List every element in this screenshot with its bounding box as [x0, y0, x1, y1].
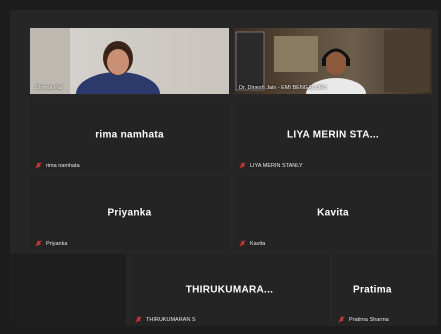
mic-muted-icon	[239, 240, 246, 247]
participant-label: Shreya Pal	[35, 85, 62, 91]
mic-muted-icon	[239, 162, 246, 169]
participant-tile-dinesh[interactable]: Dr. Dinesh Jain - EMI BENGALURU	[234, 28, 432, 94]
participant-tile-pratima[interactable]: Pratima Pratima Sharma	[333, 254, 438, 326]
participant-tile-empty	[10, 254, 126, 326]
mic-muted-icon	[135, 316, 142, 323]
participant-label: Dr. Dinesh Jain - EMI BENGALURU	[239, 85, 327, 91]
participant-tile-shreya[interactable]: Shreya Pal	[30, 28, 229, 94]
mic-muted-icon	[338, 316, 345, 323]
participant-name: THIRUKUMARA...	[185, 284, 274, 296]
participant-label: Pratima Sharma	[338, 316, 389, 323]
participant-label: rima namhata	[35, 162, 80, 169]
participant-label: Priyanka	[35, 240, 67, 247]
mic-muted-icon	[35, 240, 42, 247]
mic-muted-icon	[35, 162, 42, 169]
meeting-gallery: Shreya Pal Dr. Dinesh Jain - EMI BENGALU…	[10, 10, 438, 326]
participant-name: Pratima	[353, 284, 392, 296]
participant-name: Kavita	[317, 207, 349, 219]
participant-name: LIYA MERIN STA...	[287, 129, 379, 141]
participant-label: LIYA MERIN STANLY	[239, 162, 303, 169]
participant-tile-thiru[interactable]: THIRUKUMARA... THIRUKUMARAN S	[130, 254, 329, 326]
participant-tile-rima[interactable]: rima namhata rima namhata	[30, 98, 229, 172]
participant-tile-kavita[interactable]: Kavita Kavita	[234, 176, 432, 250]
participant-tile-priyanka[interactable]: Priyanka Priyanka	[30, 176, 229, 250]
participant-name: rima namhata	[95, 129, 164, 141]
participant-tile-liya[interactable]: LIYA MERIN STA... LIYA MERIN STANLY	[234, 98, 432, 172]
participant-label: THIRUKUMARAN S	[135, 316, 196, 323]
participant-name: Priyanka	[107, 207, 152, 219]
participant-label: Kavita	[239, 240, 265, 247]
